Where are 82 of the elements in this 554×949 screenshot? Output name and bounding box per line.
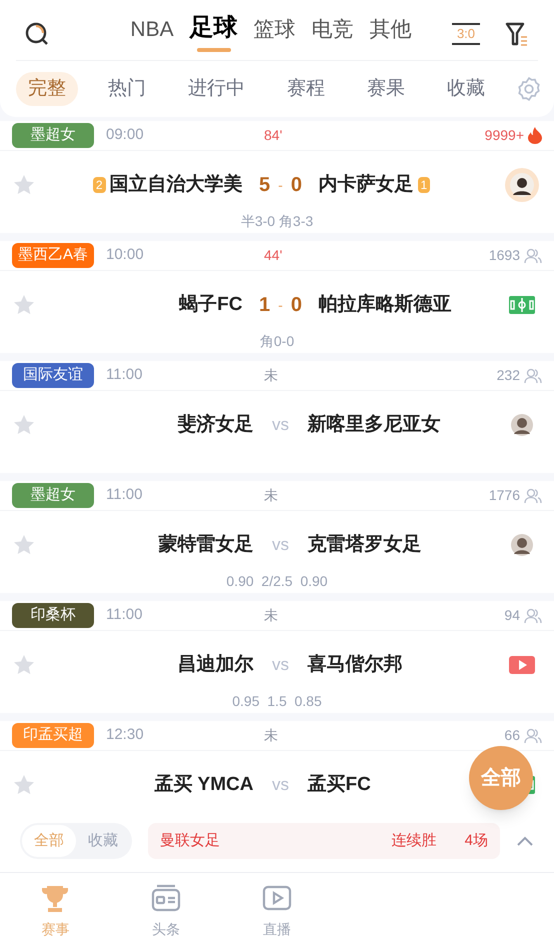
versus-label: vs (272, 414, 289, 436)
filter-tab[interactable]: 进行中 (176, 72, 257, 106)
sport-tab[interactable]: 足球 (190, 16, 238, 52)
match-detail: 半3-0 角3-3 (240, 212, 314, 231)
viewer-count: 66 (504, 726, 520, 745)
team-name: 昌迪加尔 (178, 652, 254, 677)
sport-tab[interactable]: NBA (130, 19, 174, 52)
viewer-count: 1776 (488, 486, 520, 505)
match-time: 11:00 (106, 365, 144, 386)
streak-banner[interactable]: 曼联女足 连续胜 4场 (148, 823, 500, 859)
team-name: 孟买 YMCA (154, 772, 254, 797)
team-name: 蝎子FC (179, 292, 242, 317)
match-status: 未 (264, 366, 278, 385)
score: 1 (259, 293, 270, 318)
streak-label: 连续胜 (392, 830, 437, 851)
league-tag: 印桑杯 (12, 603, 94, 628)
sport-tab[interactable]: 篮球 (254, 19, 296, 52)
filter-tab[interactable]: 赛程 (275, 72, 337, 106)
star-icon[interactable] (12, 413, 36, 437)
avatar[interactable] (511, 534, 533, 556)
league-tag: 墨超女 (12, 123, 94, 148)
filter-tab[interactable]: 收藏 (435, 72, 497, 106)
streak-team: 曼联女足 (160, 830, 220, 851)
video-icon[interactable] (509, 656, 535, 674)
viewer-count: 232 (496, 366, 520, 385)
viewer-count: 94 (504, 606, 520, 625)
versus-label: vs (272, 654, 289, 676)
match-time: 11:00 (106, 605, 144, 626)
settings-icon[interactable] (516, 76, 542, 102)
team-name: 帕拉库略斯德亚 (318, 292, 452, 317)
rank-badge: 2 (92, 177, 106, 193)
star-icon[interactable] (12, 293, 36, 317)
team-name: 内卡萨女足 (318, 172, 414, 197)
filter-tab[interactable]: 热门 (96, 72, 158, 106)
team-name: 孟买FC (308, 772, 371, 797)
sport-tab[interactable]: 其他 (370, 19, 412, 52)
match-status: 未 (264, 606, 278, 625)
team-name: 克雷塔罗女足 (308, 532, 422, 557)
match-time: 11:00 (106, 485, 144, 506)
versus-label: vs (272, 774, 289, 796)
star-icon[interactable] (12, 173, 36, 197)
match-status: 44' (264, 246, 282, 265)
score-separator: - (278, 176, 283, 194)
team-name: 国立自治大学美 (110, 172, 242, 197)
star-icon[interactable] (12, 773, 36, 797)
match-time: 09:00 (106, 125, 145, 146)
avatar[interactable] (511, 414, 533, 436)
league-tag: 印孟买超 (12, 723, 94, 748)
league-tag: 国际友谊 (12, 363, 94, 388)
viewer-count: 9999+ (484, 126, 524, 145)
team-name: 新喀里多尼亚女 (308, 412, 440, 437)
sport-tab[interactable]: 电竞 (312, 19, 354, 52)
score: 0 (290, 173, 302, 198)
rank-badge: 1 (418, 177, 430, 193)
league-tag: 墨超女 (12, 483, 94, 508)
chevron-up-icon[interactable] (516, 835, 534, 847)
match-time: 10:00 (106, 245, 145, 266)
league-tag: 墨西乙A春 (12, 243, 94, 268)
team-name: 斐济女足 (178, 412, 254, 437)
search-icon[interactable] (24, 21, 50, 47)
viewer-count: 1693 (488, 246, 520, 265)
filter-tab[interactable]: 赛果 (355, 72, 417, 106)
match-time: 12:30 (106, 725, 145, 746)
match-status: 84' (264, 126, 282, 145)
team-name: 蒙特雷女足 (158, 532, 254, 557)
score: 5 (259, 173, 270, 198)
match-detail: 角0-0 (260, 332, 294, 351)
match-status: 未 (264, 486, 278, 505)
match-detail: 0.90 2/2.5 0.90 (226, 572, 328, 591)
filter-icon[interactable] (504, 20, 530, 48)
team-name: 喜马偕尔邦 (308, 652, 402, 677)
star-icon[interactable] (12, 653, 36, 677)
filter-tab[interactable]: 完整 (16, 72, 78, 106)
streak-count: 4场 (464, 830, 488, 851)
match-status: 未 (264, 726, 278, 745)
score-separator: - (278, 296, 283, 314)
score: 0 (290, 293, 302, 318)
match-detail: 0.95 1.5 0.85 (232, 692, 322, 711)
versus-label: vs (272, 534, 289, 556)
pitch-icon[interactable] (509, 296, 535, 314)
avatar[interactable] (505, 168, 539, 202)
star-icon[interactable] (12, 533, 36, 557)
